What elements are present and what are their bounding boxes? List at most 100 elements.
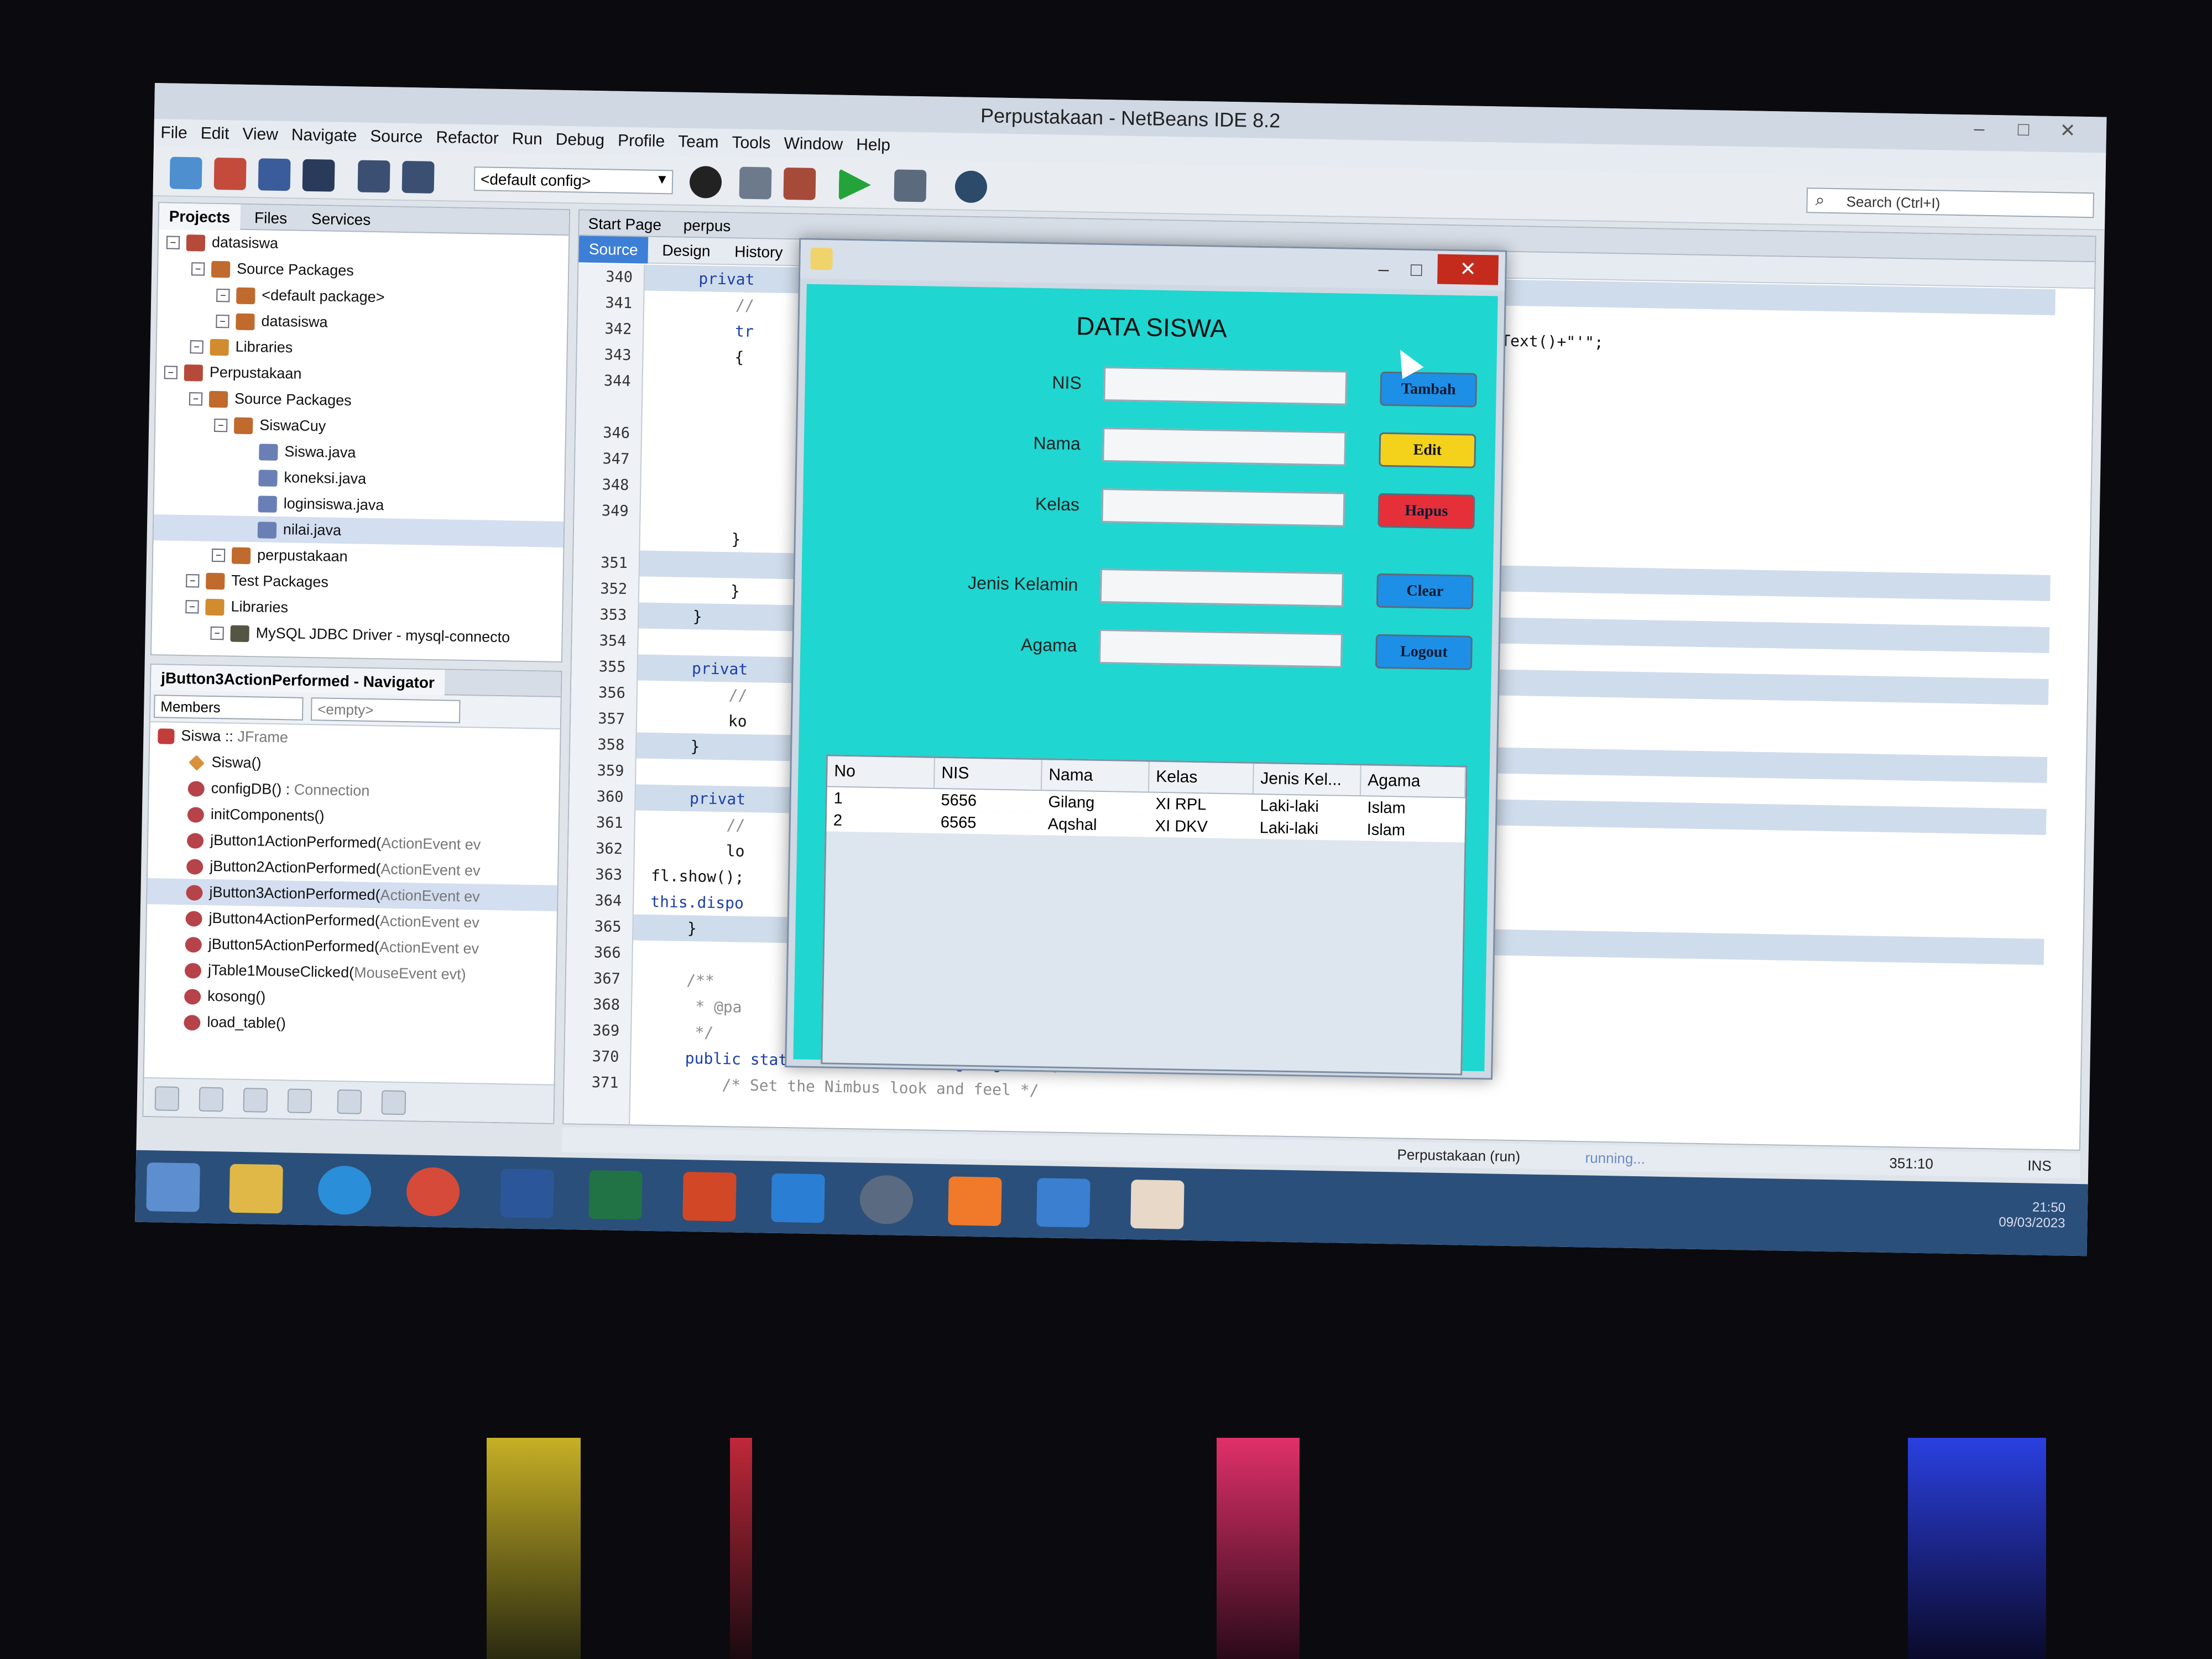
netbeans-icon[interactable] — [1036, 1178, 1091, 1228]
filter-nonpublic-icon[interactable] — [243, 1088, 268, 1113]
jenis-kelamin-input[interactable] — [1099, 568, 1344, 607]
filter-inherited-icon[interactable] — [287, 1088, 312, 1114]
run-icon[interactable] — [838, 169, 871, 201]
firefox-icon[interactable] — [317, 1165, 372, 1215]
file-explorer-icon[interactable] — [229, 1164, 283, 1214]
filter-static-icon[interactable] — [199, 1087, 224, 1112]
tab-services[interactable]: Services — [301, 206, 381, 233]
filter-fields-icon[interactable] — [154, 1086, 180, 1112]
word-icon[interactable] — [500, 1168, 554, 1218]
kelas-input[interactable] — [1101, 488, 1345, 527]
expand-toggle-icon[interactable]: − — [191, 262, 205, 276]
menu-source[interactable]: Source — [363, 123, 430, 152]
expand-toggle-icon[interactable]: − — [166, 236, 180, 249]
column-header[interactable]: Kelas — [1149, 761, 1254, 794]
menu-navigate[interactable]: Navigate — [284, 121, 363, 150]
tool-icon[interactable] — [859, 1175, 914, 1225]
profile-icon[interactable] — [954, 170, 988, 204]
minimize-button[interactable]: – — [1963, 118, 1996, 145]
save-all-icon[interactable] — [302, 159, 335, 192]
debug-icon[interactable] — [894, 169, 927, 202]
expand-toggle-icon[interactable]: − — [185, 599, 199, 614]
dialog-minimize-button[interactable]: – — [1378, 259, 1389, 280]
tab-start-page[interactable]: Start Page — [579, 210, 670, 238]
nama-input[interactable] — [1102, 427, 1347, 466]
expand-toggle-icon[interactable]: − — [216, 314, 229, 328]
tab-source[interactable]: Source — [578, 236, 648, 264]
maximize-button[interactable]: □ — [2007, 118, 2041, 145]
tab-perpus[interactable]: perpus — [674, 212, 739, 239]
menu-run[interactable]: Run — [505, 125, 549, 153]
expand-toggle-icon[interactable]: − — [210, 626, 224, 640]
expand-toggle-icon[interactable]: − — [164, 366, 178, 379]
tab-design[interactable]: Design — [652, 237, 721, 265]
column-header[interactable]: No — [827, 756, 935, 788]
menu-help[interactable]: Help — [849, 131, 898, 159]
sort-alpha-icon[interactable] — [337, 1089, 362, 1114]
dialog-maximize-button[interactable]: □ — [1411, 259, 1422, 281]
nis-input[interactable] — [1103, 367, 1348, 405]
new-file-icon[interactable] — [169, 156, 202, 190]
column-header[interactable]: Agama — [1360, 765, 1466, 797]
table-cell: 6565 — [940, 813, 977, 832]
menu-refactor[interactable]: Refactor — [429, 124, 505, 153]
undo-icon[interactable] — [357, 160, 390, 193]
xampp-icon[interactable] — [948, 1176, 1002, 1227]
line-number: 356 — [598, 684, 626, 702]
member-name: jButton1ActionPerformed( — [210, 831, 382, 852]
config-select[interactable]: <default config> ▼ — [473, 166, 674, 195]
expand-toggle-icon[interactable]: − — [214, 418, 228, 432]
method-icon — [187, 807, 205, 823]
menu-window[interactable]: Window — [777, 130, 850, 159]
globe-icon[interactable] — [689, 165, 722, 199]
java-icon[interactable] — [1130, 1180, 1185, 1229]
expand-toggle-icon[interactable]: − — [216, 288, 230, 302]
menu-edit[interactable]: Edit — [194, 119, 236, 148]
column-header[interactable]: NIS — [934, 758, 1042, 790]
redo-icon[interactable] — [401, 160, 435, 194]
menu-view[interactable]: View — [236, 121, 285, 149]
close-button[interactable]: ✕ — [2051, 119, 2085, 147]
excel-icon[interactable] — [588, 1170, 643, 1220]
chrome-icon[interactable] — [406, 1167, 460, 1217]
hapus-button[interactable]: Hapus — [1378, 493, 1475, 529]
logout-button[interactable]: Logout — [1375, 634, 1473, 670]
menu-team[interactable]: Team — [671, 128, 726, 156]
clear-button[interactable]: Clear — [1376, 573, 1474, 609]
expand-toggle-icon[interactable]: − — [211, 548, 226, 562]
new-project-icon[interactable] — [213, 157, 247, 190]
edit-button[interactable]: Edit — [1379, 432, 1477, 468]
column-header[interactable]: Nama — [1041, 760, 1150, 792]
search-input[interactable]: ⌕ Search (Ctrl+I) — [1806, 187, 2095, 218]
tambah-button[interactable]: Tambah — [1380, 371, 1478, 408]
clean-build-icon[interactable] — [783, 167, 816, 200]
build-hammer-icon[interactable] — [739, 166, 772, 200]
tree-item-label: Source Packages — [234, 390, 352, 409]
menu-tools[interactable]: Tools — [725, 129, 778, 158]
menu-debug[interactable]: Debug — [549, 126, 611, 154]
dialog-close-button[interactable]: ✕ — [1437, 254, 1499, 285]
tree-item-label: <default package> — [262, 286, 385, 306]
expand-toggle-icon[interactable]: − — [189, 392, 203, 406]
line-number: 363 — [595, 866, 623, 884]
member-type: JFrame — [237, 728, 289, 746]
empty-select[interactable]: <empty> — [310, 697, 461, 723]
expand-toggle-icon[interactable]: − — [186, 573, 200, 588]
menu-profile[interactable]: Profile — [611, 127, 672, 155]
tab-history[interactable]: History — [724, 238, 793, 266]
siswa-table[interactable]: No NIS Nama Kelas Jenis Kel... Agama 1 5656 Gil… — [821, 754, 1468, 1076]
menu-file[interactable]: File — [154, 119, 194, 147]
defender-icon[interactable] — [771, 1173, 825, 1223]
column-header[interactable]: Jenis Kel... — [1253, 763, 1361, 796]
line-number — [576, 393, 641, 420]
tab-files[interactable]: Files — [244, 205, 298, 232]
expand-toggle-icon[interactable]: − — [190, 340, 204, 354]
sort-source-icon[interactable] — [381, 1090, 406, 1115]
nis-label: NIS — [1052, 372, 1082, 393]
agama-input[interactable] — [1098, 629, 1343, 668]
start-icon[interactable] — [146, 1162, 200, 1212]
open-project-icon[interactable] — [258, 158, 291, 191]
powerpoint-icon[interactable] — [682, 1171, 737, 1222]
tab-projects[interactable]: Projects — [159, 203, 241, 231]
members-select[interactable]: Members — [153, 695, 304, 721]
